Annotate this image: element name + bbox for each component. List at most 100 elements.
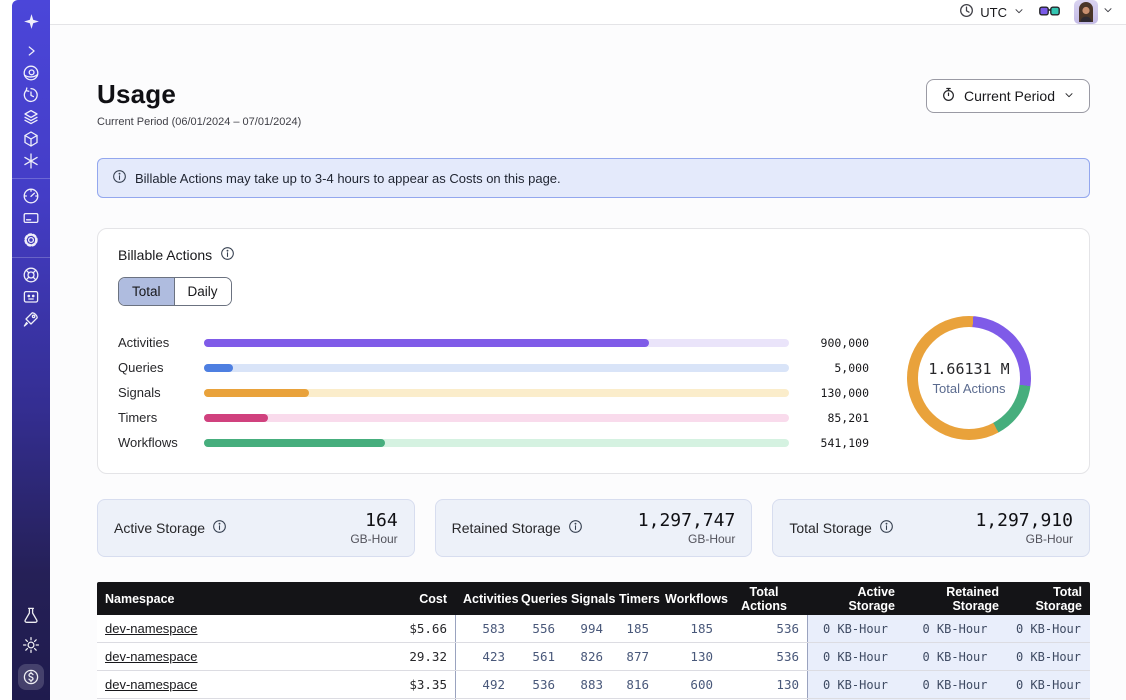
bar-track	[204, 364, 789, 372]
bar-label: Activities	[118, 335, 204, 350]
retained-storage-card: Retained Storage 1,297,747 GB-Hour	[435, 499, 753, 557]
timezone-selector[interactable]: UTC	[959, 3, 1025, 21]
getting-started-rocket-icon[interactable]	[20, 308, 42, 330]
bar-value: 85,201	[789, 411, 869, 425]
billing-card-icon[interactable]	[20, 207, 42, 229]
namespaces-icon[interactable]	[20, 62, 42, 84]
col-header-workflows: Workflows	[657, 592, 721, 606]
timezone-label: UTC	[980, 5, 1007, 20]
col-header-total-actions: Total Actions	[721, 585, 807, 613]
cost-cell: 29.32	[365, 643, 455, 670]
queries-cell: 536	[513, 671, 563, 698]
storage-card-label: Active Storage	[114, 520, 205, 536]
retained-storage-cell: 0 KB-Hour	[903, 615, 1007, 642]
signals-cell: 883	[563, 671, 611, 698]
sidebar	[12, 0, 50, 700]
billable-actions-info-banner: Billable Actions may take up to 3-4 hour…	[97, 158, 1090, 198]
namespace-usage-table: Namespace Cost Activities Queries Signal…	[97, 582, 1090, 700]
bar-value: 541,109	[789, 436, 869, 450]
workflows-cell: 600	[657, 671, 721, 698]
billable-actions-card: Billable Actions Total Daily Activities …	[97, 228, 1090, 474]
settings-gear-icon[interactable]	[20, 229, 42, 251]
storage-card-label: Total Storage	[789, 520, 872, 536]
donut-subtitle: Total Actions	[933, 381, 1006, 396]
banner-text: Billable Actions may take up to 3-4 hour…	[135, 171, 561, 186]
timers-cell: 185	[611, 615, 657, 642]
namespace-link[interactable]: dev-namespace	[105, 621, 198, 636]
bar-track	[204, 414, 789, 422]
activities-cell: 492	[455, 671, 513, 698]
bar-label: Queries	[118, 360, 204, 375]
info-icon	[112, 169, 127, 187]
total-storage-cell: 0 KB-Hour	[1007, 643, 1090, 670]
cost-cell: $3.35	[365, 671, 455, 698]
total-actions-cell: 130	[721, 671, 807, 698]
bar-value: 130,000	[789, 386, 869, 400]
workflows-cell: 185	[657, 615, 721, 642]
current-period-subtitle: Current Period (06/01/2024 – 07/01/2024)	[97, 116, 301, 128]
timers-cell: 816	[611, 671, 657, 698]
bar-row: Queries 5,000	[118, 355, 869, 380]
tab-total[interactable]: Total	[119, 278, 174, 305]
bar-row: Activities 900,000	[118, 330, 869, 355]
active-storage-card: Active Storage 164 GB-Hour	[97, 499, 415, 557]
signals-cell: 994	[563, 615, 611, 642]
total-storage-cell: 0 KB-Hour	[1007, 615, 1090, 642]
col-header-retained-storage: Retained Storage	[903, 585, 1007, 613]
total-actions-cell: 536	[721, 615, 807, 642]
user-avatar[interactable]	[1074, 0, 1098, 24]
info-icon[interactable]	[220, 246, 235, 264]
period-selector-button[interactable]: Current Period	[926, 79, 1090, 113]
topbar: UTC	[50, 0, 1126, 25]
bar-row: Timers 85,201	[118, 405, 869, 430]
sidebar-divider	[12, 257, 50, 258]
nexus-asterisk-icon[interactable]	[20, 150, 42, 172]
storage-card-value: 164	[350, 510, 397, 531]
col-header-cost: Cost	[365, 592, 455, 606]
info-icon[interactable]	[568, 519, 583, 537]
billable-actions-title: Billable Actions	[118, 247, 212, 263]
billable-actions-bar-chart: Activities 900,000 Queries 5,000 Signals…	[118, 330, 869, 455]
storage-summary-row: Active Storage 164 GB-Hour Retained Stor…	[97, 499, 1090, 557]
bar-label: Workflows	[118, 435, 204, 450]
col-header-activities: Activities	[455, 592, 513, 606]
feedback-screen-icon[interactable]	[20, 286, 42, 308]
retained-storage-cell: 0 KB-Hour	[903, 643, 1007, 670]
queries-cell: 561	[513, 643, 563, 670]
workers-cube-icon[interactable]	[20, 128, 42, 150]
storage-card-unit: GB-Hour	[638, 532, 736, 546]
collapse-chevron-icon[interactable]	[20, 40, 42, 62]
storage-card-value: 1,297,747	[638, 510, 736, 531]
queries-cell: 556	[513, 615, 563, 642]
tab-daily[interactable]: Daily	[174, 278, 231, 305]
deployments-layers-icon[interactable]	[20, 106, 42, 128]
info-icon[interactable]	[879, 519, 894, 537]
chevron-down-icon	[1013, 5, 1025, 20]
active-storage-cell: 0 KB-Hour	[807, 615, 903, 642]
bar-track	[204, 389, 789, 397]
pricing-coin-icon[interactable]	[18, 664, 44, 690]
cost-cell: $5.66	[365, 615, 455, 642]
info-icon[interactable]	[212, 519, 227, 537]
support-lifebuoy-icon[interactable]	[20, 264, 42, 286]
stopwatch-icon	[941, 87, 956, 105]
dev-goggles-icon[interactable]	[1039, 5, 1060, 19]
col-header-signals: Signals	[563, 592, 611, 606]
temporal-logo-icon[interactable]	[20, 10, 42, 32]
total-actions-donut-chart: 1.66131 M Total Actions	[907, 316, 1031, 440]
retention-clock-icon[interactable]	[20, 84, 42, 106]
namespace-link[interactable]: dev-namespace	[105, 649, 198, 664]
theme-sun-icon[interactable]	[20, 634, 42, 656]
col-header-total-storage: Total Storage	[1007, 585, 1090, 613]
usage-gauge-icon[interactable]	[20, 185, 42, 207]
retained-storage-cell: 0 KB-Hour	[903, 671, 1007, 698]
user-menu[interactable]	[1074, 0, 1114, 24]
active-storage-cell: 0 KB-Hour	[807, 671, 903, 698]
clock-icon	[959, 3, 974, 21]
labs-flask-icon[interactable]	[20, 604, 42, 626]
namespace-link[interactable]: dev-namespace	[105, 677, 198, 692]
active-storage-cell: 0 KB-Hour	[807, 643, 903, 670]
table-row: dev-namespace $5.66 583 556 994 185 185 …	[97, 615, 1090, 643]
total-storage-card: Total Storage 1,297,910 GB-Hour	[772, 499, 1090, 557]
bar-track	[204, 439, 789, 447]
